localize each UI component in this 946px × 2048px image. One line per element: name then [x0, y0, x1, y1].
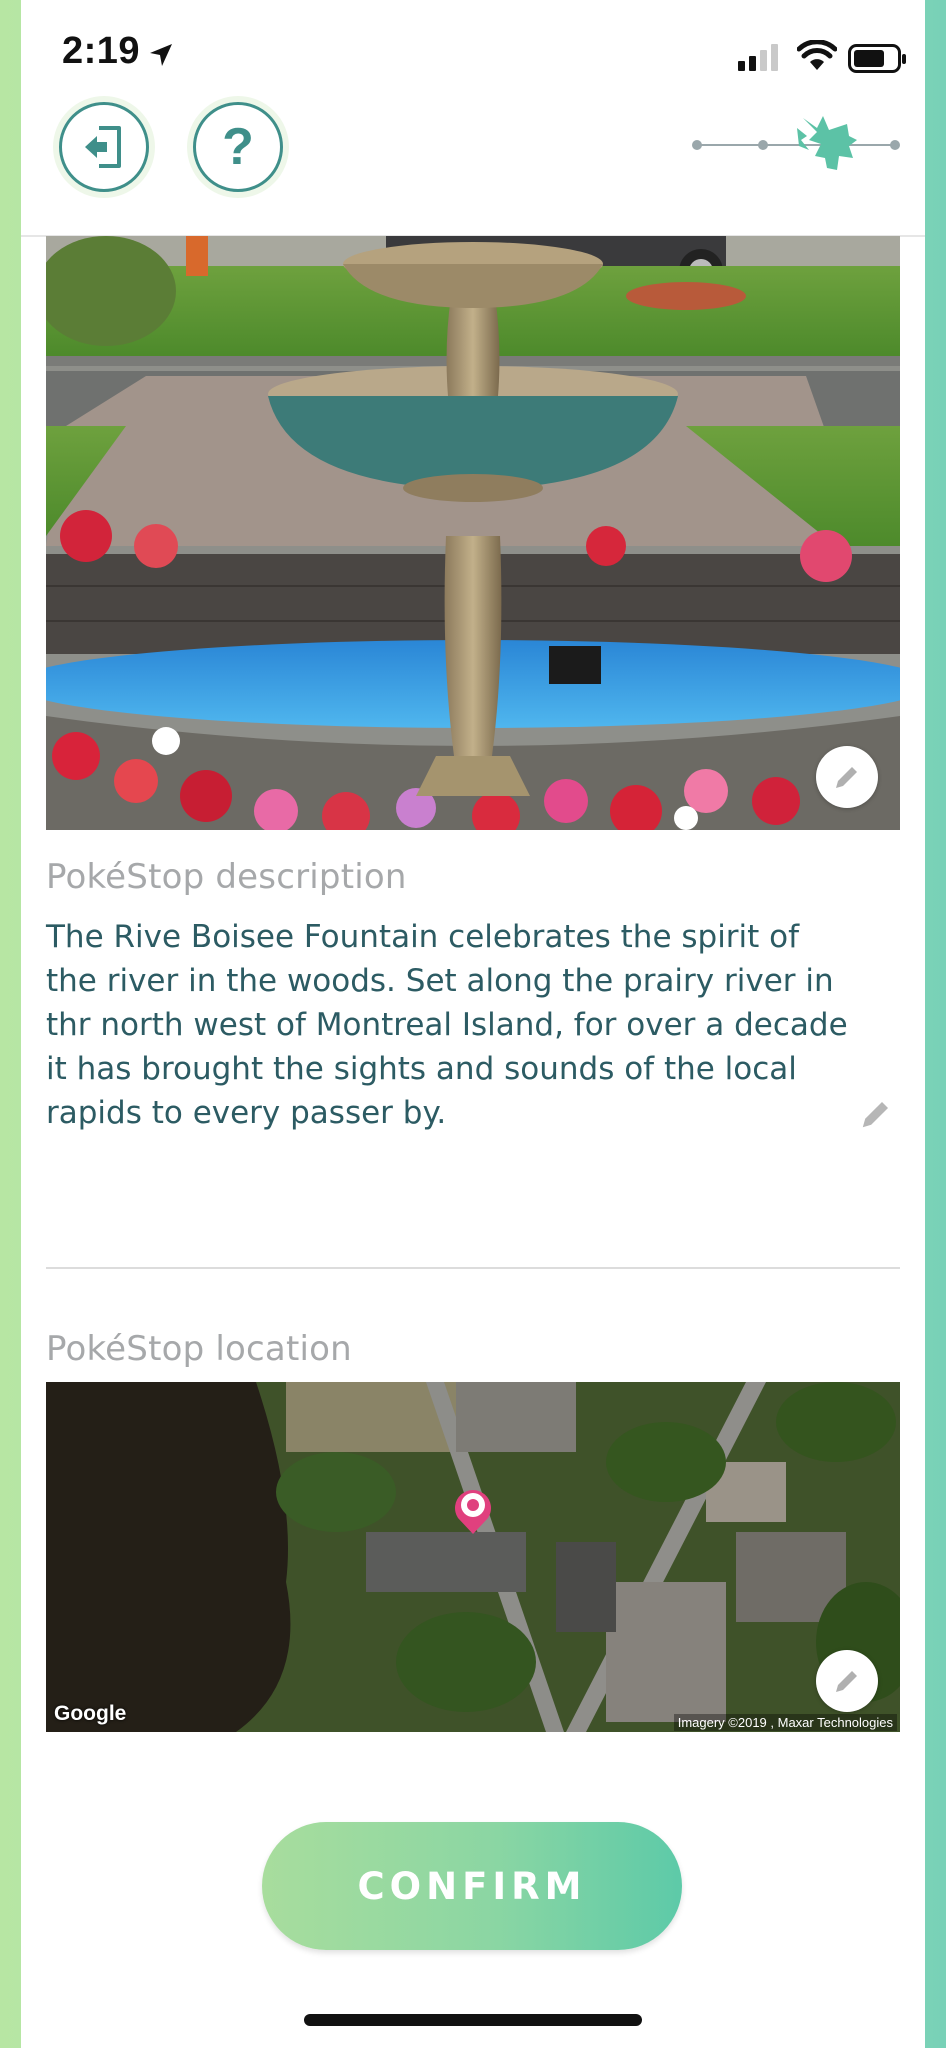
pencil-icon: [836, 1671, 857, 1692]
fountain-image: [46, 236, 900, 830]
google-logo: Google: [54, 1702, 127, 1725]
exit-door-icon: [85, 126, 121, 168]
progress-dot-1: [692, 140, 702, 150]
description-label: PokéStop description: [46, 857, 407, 897]
satellite-map-image: [46, 1382, 900, 1732]
map-edit-button[interactable]: [816, 1650, 878, 1712]
description-text: The Rive Boisee Fountain celebrates the …: [46, 919, 848, 1131]
progress-indicator: [692, 116, 900, 170]
exit-button[interactable]: [59, 102, 149, 192]
home-indicator[interactable]: [304, 2014, 642, 2026]
section-divider: [46, 1267, 900, 1269]
progress-dot-2: [758, 140, 768, 150]
confirm-button[interactable]: CONFIRM: [262, 1822, 682, 1950]
help-label: ?: [222, 118, 254, 176]
pokestop-photo: [46, 236, 900, 830]
help-button[interactable]: ?: [193, 102, 283, 192]
description-edit-icon[interactable]: [858, 1096, 894, 1132]
pikachu-progress-icon: [797, 116, 857, 170]
progress-dot-4: [890, 140, 900, 150]
header-bar: ?: [21, 0, 925, 237]
pencil-icon: [836, 767, 857, 788]
map-attribution: Imagery ©2019 , Maxar Technologies: [673, 1714, 897, 1731]
location-map[interactable]: Google Imagery ©2019 , Maxar Technologie…: [46, 1382, 900, 1732]
location-label: PokéStop location: [46, 1329, 352, 1369]
photo-edit-button[interactable]: [816, 746, 878, 808]
confirm-label: CONFIRM: [357, 1864, 587, 1908]
